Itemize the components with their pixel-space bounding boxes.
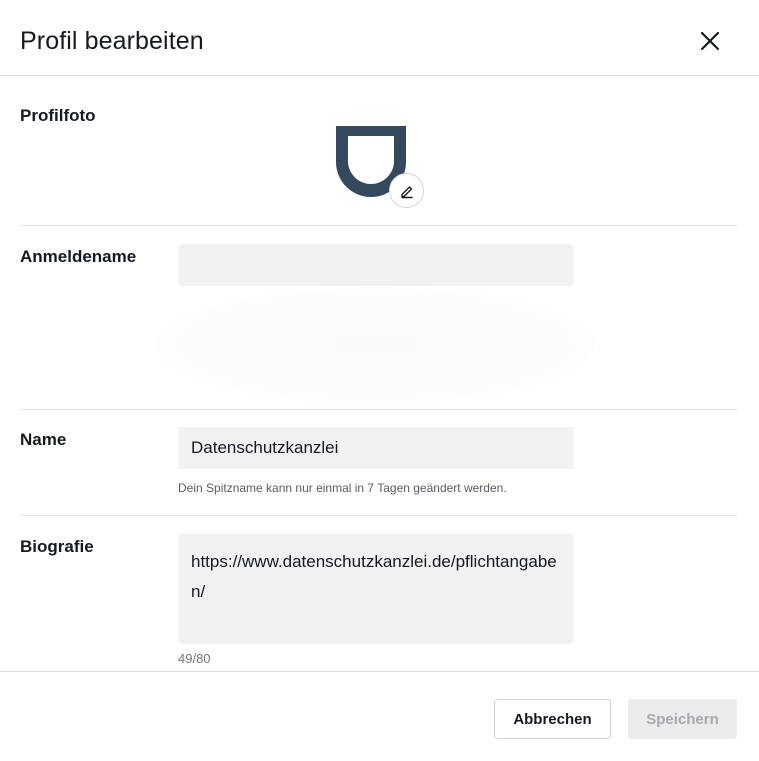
edit-avatar-button[interactable] [389, 173, 424, 208]
dialog-header: Profil bearbeiten [0, 0, 759, 76]
bio-char-counter: 49/80 [178, 651, 211, 666]
close-button[interactable] [694, 25, 726, 57]
divider [20, 225, 737, 226]
username-field[interactable] [178, 244, 574, 286]
save-button[interactable]: Speichern [628, 699, 737, 739]
bio-label: Biografie [20, 537, 94, 556]
name-hint: Dein Spitzname kann nur einmal in 7 Tage… [178, 481, 507, 495]
pencil-icon [400, 185, 413, 198]
redacted-area [155, 286, 595, 404]
profile-photo-label: Profilfoto [20, 106, 96, 125]
divider [20, 515, 737, 516]
dialog-title: Profil bearbeiten [20, 27, 204, 55]
bio-field[interactable]: https://www.datenschutzkanzlei.de/pflich… [178, 534, 574, 644]
close-icon [700, 31, 720, 51]
name-field[interactable] [178, 427, 574, 469]
divider [20, 409, 737, 410]
cancel-button[interactable]: Abbrechen [494, 699, 611, 739]
username-label: Anmeldename [20, 247, 137, 266]
name-label: Name [20, 430, 67, 449]
